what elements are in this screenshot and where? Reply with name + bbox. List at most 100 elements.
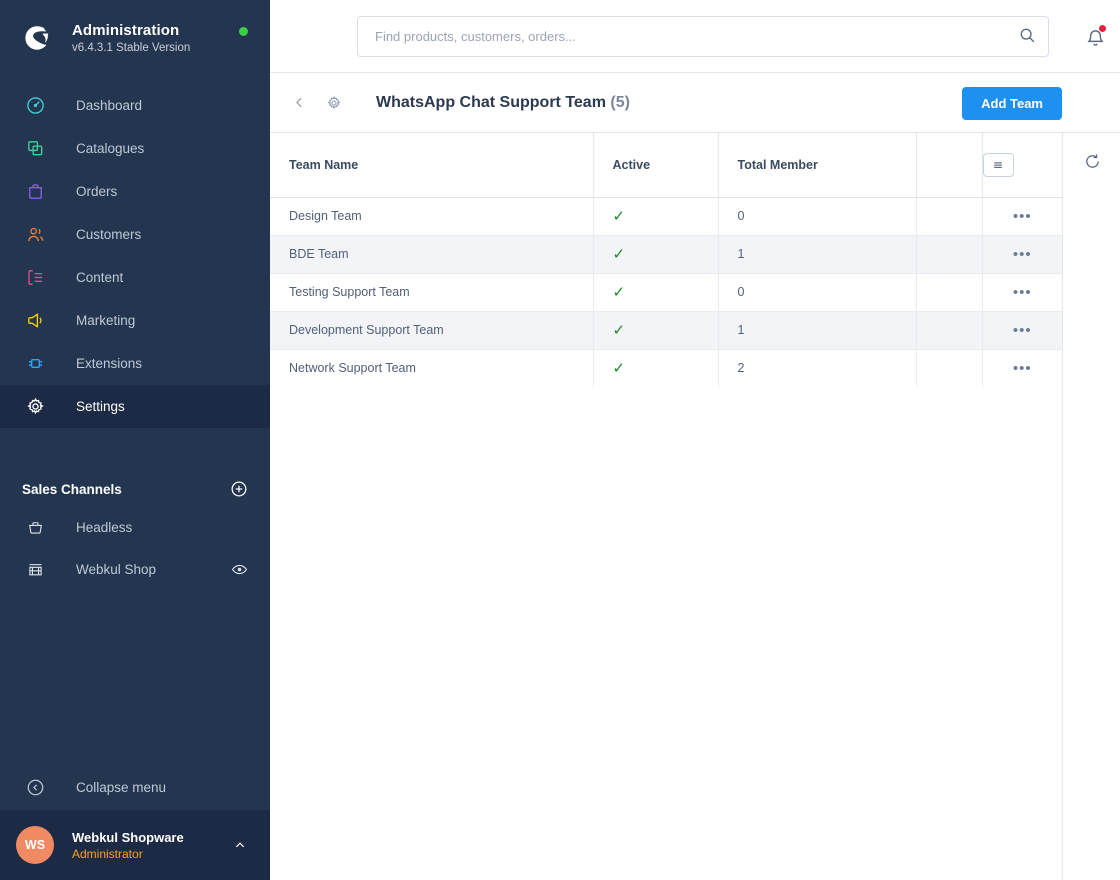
cell-team-name: Design Team [270,197,594,236]
chevron-up-icon[interactable] [232,837,248,853]
table-row[interactable]: Testing Support Team ✓ 0 ••• [270,273,1062,312]
settings-gear-icon [22,394,48,420]
sales-channel-headless[interactable]: Headless [0,506,270,548]
collapse-menu-button[interactable]: Collapse menu [0,764,270,810]
table-row[interactable]: Design Team ✓ 0 ••• [270,197,1062,236]
storefront-icon [22,556,48,582]
cell-context-menu: ••• [982,197,1062,236]
sidebar-item-orders[interactable]: Orders [0,170,270,213]
plus-circle-icon[interactable] [230,480,248,498]
list-settings-icon[interactable] [982,152,1014,177]
column-header-active[interactable]: Active [593,133,719,198]
topbar [270,0,1120,73]
check-icon: ✓ [612,359,626,377]
teams-table: Team Name Active Total Member Design Tea… [270,133,1062,387]
sidebar-item-content[interactable]: Content [0,256,270,299]
sidebar-item-label: Catalogues [76,140,145,156]
column-header-settings [982,133,1062,198]
sidebar-item-label: Extensions [76,355,143,371]
ellipsis-icon[interactable]: ••• [1013,209,1032,224]
sidebar-item-label: Orders [76,183,118,199]
cell-active: ✓ [593,197,719,236]
user-account-bar[interactable]: WS Webkul Shopware Administrator [0,810,270,880]
cell-total-member: 0 [718,197,917,236]
column-header-blank [916,133,983,198]
refresh-icon[interactable] [1083,152,1102,171]
search-input[interactable] [357,16,1049,57]
side-rail [1062,133,1120,880]
sidebar-item-catalogues[interactable]: Catalogues [0,127,270,170]
check-icon: ✓ [612,207,626,225]
cell-blank [916,235,983,274]
content-row: Team Name Active Total Member Design Tea… [270,133,1120,880]
ellipsis-icon[interactable]: ••• [1013,285,1032,300]
column-header-team-name[interactable]: Team Name [270,133,594,198]
cell-total-member: 2 [718,349,917,387]
sidebar-item-extensions[interactable]: Extensions [0,342,270,385]
extensions-icon [22,351,48,377]
sales-channel-label: Webkul Shop [76,561,157,577]
brand-version: v6.4.3.1 Stable Version [72,41,191,54]
table-row[interactable]: Development Support Team ✓ 1 ••• [270,311,1062,350]
cell-active: ✓ [593,235,719,274]
add-team-button[interactable]: Add Team [962,87,1062,120]
cell-total-member: 1 [718,235,917,274]
cell-team-name: Testing Support Team [270,273,594,312]
table-header-row: Team Name Active Total Member [270,133,1062,198]
orders-icon [22,179,48,205]
admin-app: Administration v6.4.3.1 Stable Version D… [0,0,1120,880]
eye-icon[interactable] [231,561,248,578]
user-name: Webkul Shopware [72,829,184,845]
collapse-left-icon [22,774,48,800]
catalogues-icon [22,136,48,162]
cell-context-menu: ••• [982,235,1062,274]
cell-blank [916,273,983,312]
chevron-left-icon[interactable] [288,91,311,114]
sidebar-item-label: Customers [76,226,142,242]
gear-icon[interactable] [322,91,346,115]
cell-context-menu: ••• [982,273,1062,312]
cell-team-name: Development Support Team [270,311,594,350]
table-row[interactable]: Network Support Team ✓ 2 ••• [270,349,1062,387]
table-row[interactable]: BDE Team ✓ 1 ••• [270,235,1062,274]
cell-blank [916,349,983,387]
cell-active: ✓ [593,273,719,312]
dashboard-icon [22,93,48,119]
ellipsis-icon[interactable]: ••• [1013,361,1032,376]
main-navigation: Dashboard Catalogues Orders Customers Co… [0,84,270,428]
sidebar-item-label: Marketing [76,312,136,328]
cell-team-name: BDE Team [270,235,594,274]
search-icon[interactable] [1018,26,1037,45]
sales-channel-label: Headless [76,519,133,535]
sidebar-item-settings[interactable]: Settings [0,385,270,428]
ellipsis-icon[interactable]: ••• [1013,323,1032,338]
ellipsis-icon[interactable]: ••• [1013,247,1032,262]
sidebar-item-dashboard[interactable]: Dashboard [0,84,270,127]
sidebar-item-label: Dashboard [76,97,143,113]
sales-channels-title: Sales Channels [22,481,122,497]
cell-active: ✓ [593,349,719,387]
user-role: Administrator [72,846,143,861]
cell-team-name: Network Support Team [270,349,594,387]
cell-total-member: 1 [718,311,917,350]
basket-icon [22,514,48,540]
avatar: WS [16,826,54,864]
notification-badge [1098,24,1107,33]
sidebar-item-marketing[interactable]: Marketing [0,299,270,342]
check-icon: ✓ [612,321,626,339]
status-indicator-dot [239,27,248,36]
sales-channel-webkul-shop[interactable]: Webkul Shop [0,548,270,590]
table-header: Team Name Active Total Member [270,133,1062,198]
cell-context-menu: ••• [982,349,1062,387]
page-title-text: WhatsApp Chat Support Team [376,93,606,111]
column-header-total-member[interactable]: Total Member [718,133,917,198]
cell-context-menu: ••• [982,311,1062,350]
page-title: WhatsApp Chat Support Team (5) [376,94,630,112]
brand-header: Administration v6.4.3.1 Stable Version [0,0,270,76]
marketing-icon [22,308,48,334]
notifications-button[interactable] [1080,22,1110,52]
sidebar-item-label: Settings [76,398,125,414]
sidebar-item-customers[interactable]: Customers [0,213,270,256]
cell-total-member: 0 [718,273,917,312]
brand-title: Administration [72,21,180,39]
